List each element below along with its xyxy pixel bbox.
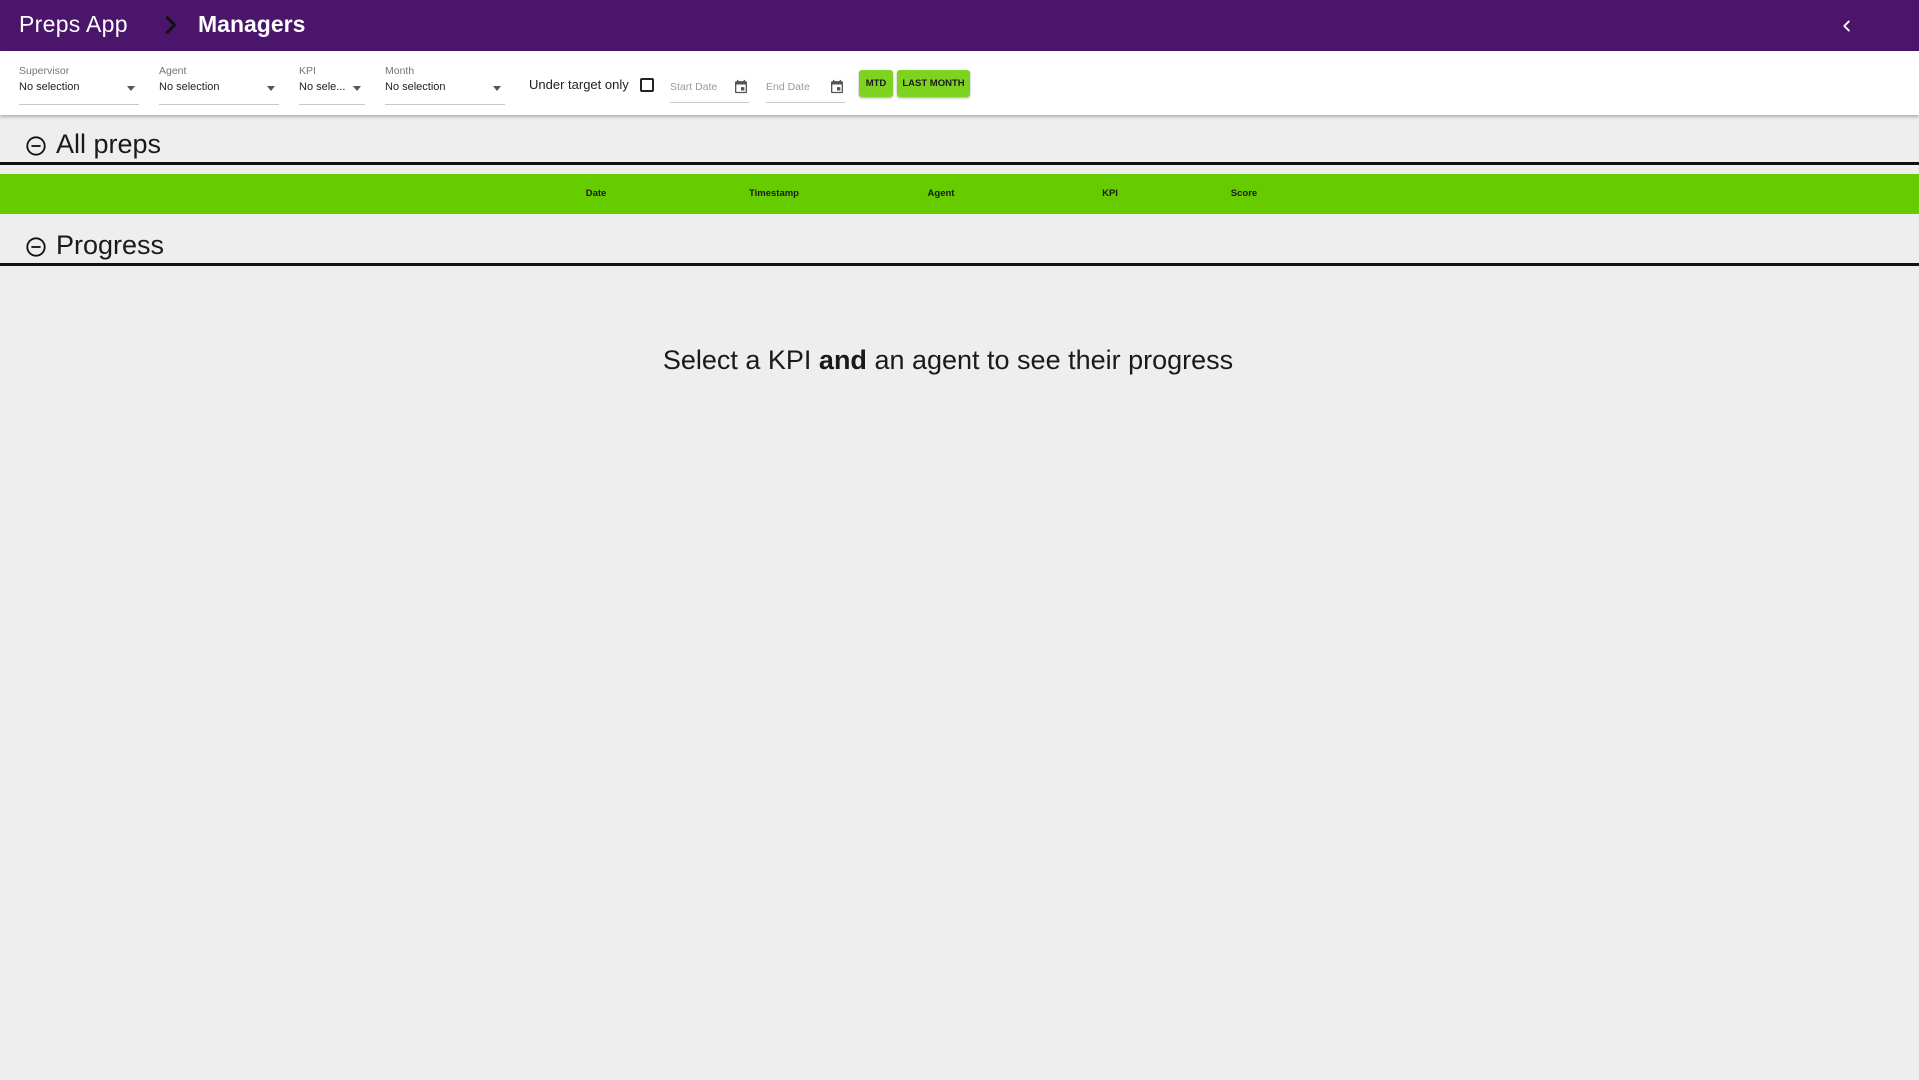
app-title[interactable]: Preps App — [19, 11, 128, 38]
progress-header: Progress — [0, 226, 1919, 266]
all-preps-title: All preps — [56, 129, 162, 159]
kpi-label: KPI — [299, 65, 316, 77]
last-month-button[interactable]: LAST MONTH — [897, 70, 970, 97]
progress-title: Progress — [56, 230, 165, 260]
mtd-button[interactable]: MTD — [859, 70, 893, 97]
under-target-checkbox[interactable] — [639, 77, 654, 92]
agent-label: Agent — [159, 65, 187, 77]
column-header-agent[interactable]: Agent — [928, 188, 955, 199]
start-date-placeholder: Start Date — [670, 81, 718, 93]
dropdown-arrow-icon — [493, 86, 501, 91]
end-date-input[interactable]: End Date — [766, 73, 845, 103]
end-date-placeholder: End Date — [766, 81, 810, 93]
month-label: Month — [385, 65, 415, 77]
supervisor-value: No selection — [19, 81, 80, 93]
supervisor-select[interactable]: Supervisor No selection — [19, 65, 139, 105]
agent-select[interactable]: Agent No selection — [159, 65, 279, 105]
calendar-icon[interactable] — [733, 78, 749, 95]
chevron-left-icon[interactable] — [1836, 15, 1858, 37]
month-value: No selection — [385, 81, 446, 93]
kpi-select[interactable]: KPI No sele... — [299, 65, 365, 105]
month-select[interactable]: Month No selection — [385, 65, 505, 105]
supervisor-label: Supervisor — [19, 65, 70, 77]
minus-circle-icon[interactable] — [25, 135, 47, 157]
under-target-filter: Under target only — [529, 77, 654, 92]
all-preps-header: All preps — [0, 125, 1919, 165]
column-header-date[interactable]: Date — [586, 188, 607, 199]
under-target-label: Under target only — [529, 77, 629, 92]
dropdown-arrow-icon — [267, 86, 275, 91]
column-header-score[interactable]: Score — [1231, 188, 1257, 199]
dropdown-arrow-icon — [127, 86, 135, 91]
message-text-end: an agent to see their progress — [866, 345, 1234, 375]
preps-table-header: Date Timestamp Agent KPI Score — [0, 174, 1919, 214]
chevron-right-icon — [165, 16, 177, 34]
message-emphasis: and — [818, 345, 867, 375]
column-header-kpi[interactable]: KPI — [1102, 188, 1118, 199]
app-header: Preps App Managers — [0, 0, 1919, 51]
kpi-value: No sele... — [299, 81, 346, 93]
message-text-start: Select a KPI — [662, 345, 819, 375]
dropdown-arrow-icon — [353, 86, 361, 91]
minus-circle-icon[interactable] — [25, 236, 47, 258]
column-header-timestamp[interactable]: Timestamp — [749, 188, 799, 199]
calendar-icon[interactable] — [829, 78, 845, 95]
progress-empty-message: Select a KPI and an agent to see their p… — [0, 345, 1896, 376]
page-title: Managers — [198, 11, 306, 37]
agent-value: No selection — [159, 81, 220, 93]
filter-bar: Supervisor No selection Agent No selecti… — [0, 51, 1919, 115]
start-date-input[interactable]: Start Date — [670, 73, 749, 103]
